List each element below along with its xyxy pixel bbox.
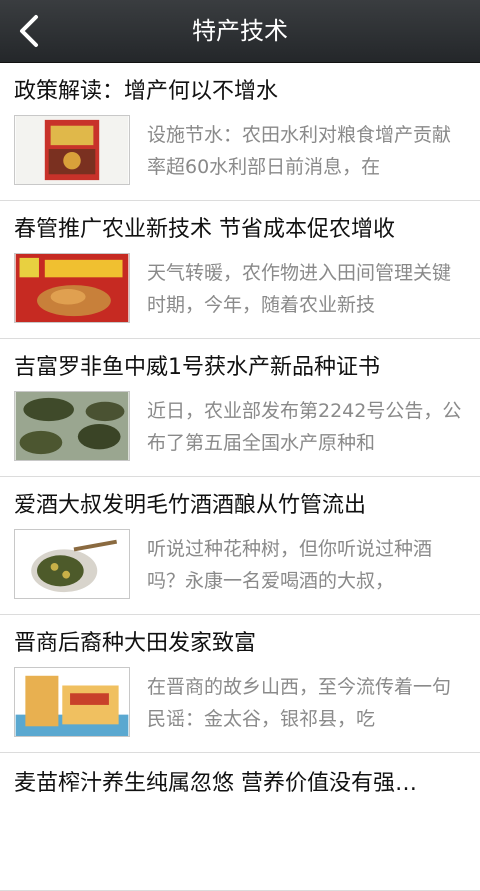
article-item[interactable]: 政策解读：增产何以不增水 设施节水：农田水利对粮食增产贡献率超60水利部日前消息… xyxy=(0,63,480,201)
article-title: 晋商后裔种大田发家致富 xyxy=(14,631,257,656)
article-thumbnail xyxy=(14,253,130,323)
page-title: 特产技术 xyxy=(192,17,288,45)
turtles-image xyxy=(15,392,129,460)
article-title: 爱酒大叔发明毛竹酒酒酿从竹管流出 xyxy=(14,493,367,518)
article-item[interactable]: 吉富罗非鱼中威1号获水产新品种证书 近日，农业部发布第2242号公告，公布了第五… xyxy=(0,339,480,477)
article-title: 政策解读：增产何以不增水 xyxy=(14,79,279,104)
article-summary: 天气转暖，农作物进入田间管理关键时期，今年，随着农业新技 xyxy=(147,262,452,316)
article-summary: 设施节水：农田水利对粮食增产贡献率超60水利部日前消息，在 xyxy=(147,124,452,178)
article-item[interactable]: 爱酒大叔发明毛竹酒酒酿从竹管流出 听说过种花种树，但你听说过种酒吗？永康一名爱喝… xyxy=(0,477,480,615)
article-thumbnail xyxy=(14,529,130,599)
tea-leaves-plate-image xyxy=(15,530,129,598)
article-thumbnail xyxy=(14,115,130,185)
article-thumbnail xyxy=(14,391,130,461)
article-item[interactable]: 麦苗榨汁养生纯属忽悠 营养价值没有强… xyxy=(0,753,480,891)
article-title: 麦苗榨汁养生纯属忽悠 营养价值没有强… xyxy=(14,771,417,796)
gift-box-image xyxy=(15,668,129,736)
article-summary: 近日，农业部发布第2242号公告，公布了第五届全国水产原种和 xyxy=(147,400,462,454)
article-summary: 在晋商的故乡山西，至今流传着一句民谣：金太谷，银祁县，吃 xyxy=(147,676,452,730)
top-bar: 特产技术 xyxy=(0,0,480,63)
article-list: 政策解读：增产何以不增水 设施节水：农田水利对粮食增产贡献率超60水利部日前消息… xyxy=(0,63,480,891)
article-title: 吉富罗非鱼中威1号获水产新品种证书 xyxy=(14,355,380,380)
article-item[interactable]: 春管推广农业新技术 节省成本促农增收 天气转暖，农作物进入田间管理关键时期，今年… xyxy=(0,201,480,339)
product-bag-image xyxy=(15,116,129,184)
article-thumbnail xyxy=(14,667,130,737)
article-summary: 听说过种花种树，但你听说过种酒吗？永康一名爱喝酒的大叔， xyxy=(147,538,433,592)
roast-chicken-package-image xyxy=(15,254,129,322)
article-title: 春管推广农业新技术 节省成本促农增收 xyxy=(14,217,395,242)
article-item[interactable]: 晋商后裔种大田发家致富 在晋商的故乡山西，至今流传着一句民谣：金太谷，银祁县，吃 xyxy=(0,615,480,753)
